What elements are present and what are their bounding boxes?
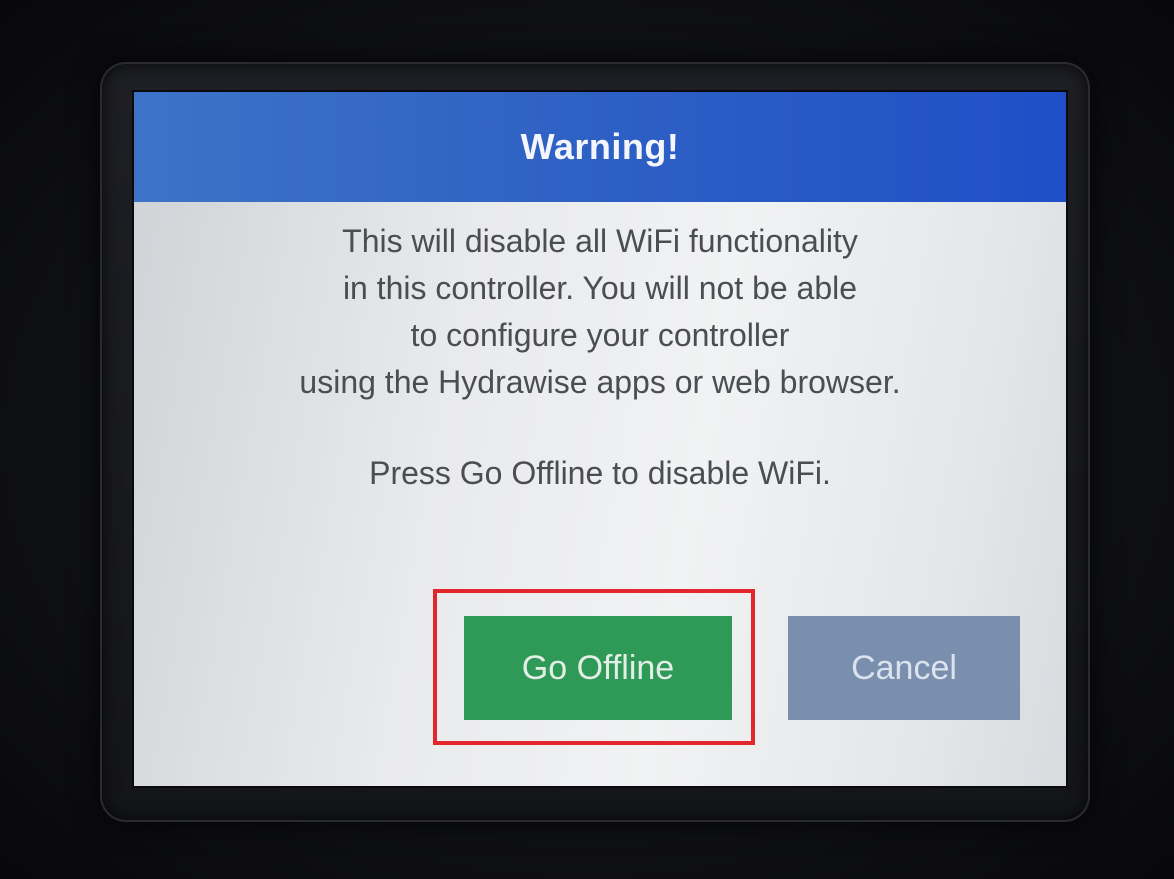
device-photo: Warning! This will disable all WiFi func… (0, 0, 1174, 879)
instruction-text: Press Go Offline to disable WiFi. (369, 455, 831, 491)
warning-message: This will disable all WiFi functionality… (134, 218, 1066, 406)
dialog-title-bar: Warning! (134, 92, 1066, 202)
message-line: to configure your controller (410, 317, 790, 353)
go-offline-button-label: Go Offline (521, 648, 675, 687)
message-line: in this controller. You will not be able (342, 270, 858, 306)
cancel-button-label: Cancel (851, 648, 957, 687)
cancel-button[interactable]: Cancel (788, 616, 1020, 720)
message-line: using the Hydrawise apps or web browser. (299, 364, 901, 400)
dialog-title: Warning! (520, 126, 680, 167)
go-offline-button[interactable]: Go Offline (464, 616, 732, 720)
controller-screen: Warning! This will disable all WiFi func… (134, 92, 1066, 786)
message-line: This will disable all WiFi functionality (342, 223, 858, 259)
